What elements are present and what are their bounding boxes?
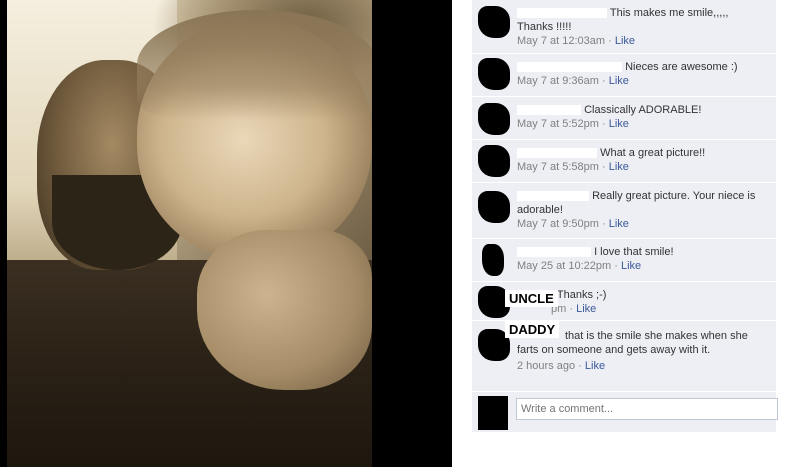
avatar[interactable] [478,103,510,135]
like-link[interactable]: Like [609,161,629,173]
like-link[interactable]: Like [609,218,629,230]
photo-hand [197,230,372,390]
comment-time[interactable]: May 25 at 10:22pm [517,260,611,272]
comment-text-line2: Thanks !!!!! [517,21,572,33]
like-link[interactable]: Like [585,360,605,372]
write-comment-box [472,392,778,432]
comment-time[interactable]: May 7 at 9:50pm [517,218,599,230]
comment-text: I love that smile! [594,246,674,258]
author-name-redacted[interactable] [517,105,581,116]
comment-meta: May 7 at 5:58pm · Like [517,161,629,173]
comment: I love that smile! May 25 at 10:22pm · L… [472,239,776,282]
comment-meta: May 25 at 10:22pm · Like [517,260,642,272]
comment: Really great picture. Your niece is ador… [472,183,776,239]
name-tag-daddy: DADDY [505,321,560,338]
comment-time[interactable]: May 7 at 5:52pm [517,118,599,130]
comment: Nieces are awesome :) May 7 at 9:36am · … [472,54,776,97]
comments-panel: This makes me smile,,,,, Thanks !!!!! Ma… [452,0,800,467]
comment-text: Nieces are awesome :) [625,61,738,73]
comment-meta: pm · Like [551,303,597,315]
comment-time[interactable]: 2 hours ago [517,360,575,372]
author-name-redacted[interactable] [517,191,589,202]
avatar[interactable] [478,145,510,177]
comment-time[interactable]: May 7 at 12:03am [517,35,605,47]
like-link[interactable]: Like [615,35,635,47]
comment-text: : Thanks ;-) [551,289,607,301]
avatar[interactable] [478,6,510,38]
comment-meta: May 7 at 9:50pm · Like [517,218,629,230]
comment: Classically ADORABLE! May 7 at 5:52pm · … [472,97,776,140]
name-tag-uncle: UNCLE [505,290,558,307]
comment-text: Classically ADORABLE! [584,104,702,116]
like-link[interactable]: Like [609,75,629,87]
comment-meta: May 7 at 12:03am · Like [517,35,636,47]
avatar[interactable] [482,244,504,276]
author-name-redacted[interactable] [517,148,597,159]
like-link[interactable]: Like [609,118,629,130]
comment-text: What a great picture!! [600,147,706,159]
comment: What a great picture!! May 7 at 5:58pm ·… [472,140,776,183]
author-name-redacted[interactable] [517,8,607,19]
photo [7,0,372,467]
comment-meta: 2 hours ago · Like [517,360,606,372]
like-link[interactable]: Like [621,260,641,272]
comment-meta: May 7 at 9:36am · Like [517,75,629,87]
avatar[interactable] [478,191,510,223]
comment: This makes me smile,,,,, Thanks !!!!! Ma… [472,0,776,54]
author-name-redacted[interactable] [517,247,591,258]
current-user-avatar [478,396,508,430]
photo-girl-hair [137,10,372,120]
write-comment-input[interactable] [516,398,778,420]
like-link[interactable]: Like [576,303,596,315]
avatar[interactable] [478,58,510,90]
comment-text: This makes me smile,,,,, [609,7,729,19]
comment-time[interactable]: May 7 at 9:36am [517,75,599,87]
author-name-redacted[interactable] [517,62,622,73]
comment-time[interactable]: May 7 at 5:58pm [517,161,599,173]
comment-meta: May 7 at 5:52pm · Like [517,118,629,130]
